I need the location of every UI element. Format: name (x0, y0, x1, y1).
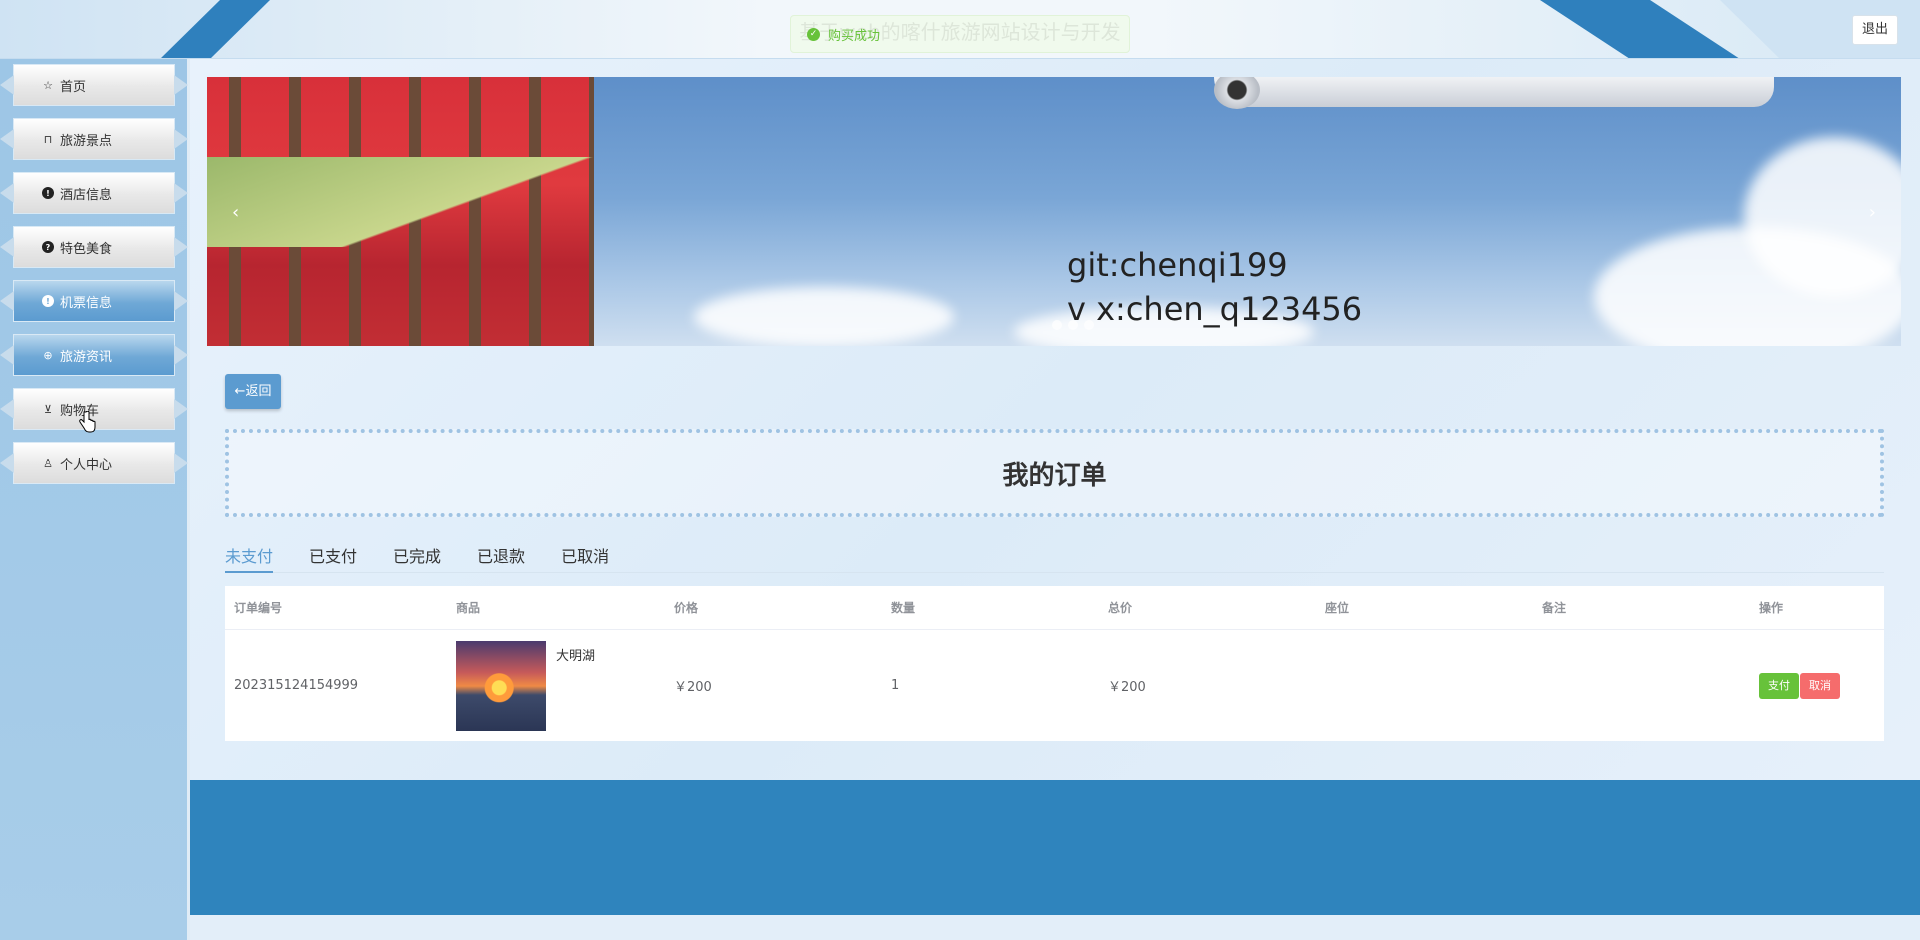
sidebar: ☆ 首页 ⊓ 旅游景点 ! 酒店信息 ? 特色美食 ! 机票信息 ⊕ 旅游资讯 … (0, 59, 190, 940)
sidebar-item-label: 特色美食 (60, 241, 113, 257)
sidebar-item-attractions[interactable]: ⊓ 旅游景点 (14, 119, 174, 159)
airplane-image (1214, 77, 1774, 109)
banner-text-line1: git:chenqi199 (1067, 246, 1288, 284)
sidebar-item-label: 旅游资讯 (60, 349, 113, 365)
pay-button[interactable]: 支付 (1759, 672, 1799, 699)
title-box: 我的订单 (225, 429, 1884, 517)
total-price: ￥200 (1108, 680, 1146, 695)
toast-message: 购买成功 (828, 28, 881, 44)
main-content: git:chenqi199 v x:chen_q123456 ‹ › ←返回 我… (190, 59, 1920, 780)
page-title: 我的订单 (1002, 460, 1107, 491)
sidebar-item-news[interactable]: ⊕ 旅游资讯 (14, 335, 174, 375)
globe-icon: ⊕ (43, 348, 53, 362)
quantity: 1 (891, 678, 900, 693)
sidebar-item-flights[interactable]: ! 机票信息 (14, 281, 174, 321)
check-circle-icon: ✓ (807, 27, 820, 41)
cancel-button[interactable]: 取消 (1800, 672, 1840, 699)
back-button[interactable]: ←返回 (225, 374, 281, 409)
column-header: 操作 (1759, 601, 1784, 615)
header: 基于web的喀什旅游网站设计与开发 ✓ 购买成功 退出 (0, 0, 1920, 59)
sidebar-item-label: 个人中心 (60, 457, 113, 473)
info-icon: ! (42, 187, 54, 199)
table-row: 202315124154999 大明湖 ￥200 1 ￥200 支付 取消 (225, 630, 1884, 741)
banner-image-trees (207, 77, 594, 346)
sidebar-item-label: 旅游景点 (60, 133, 113, 149)
hand-cursor-icon (79, 411, 96, 433)
order-number: 202315124154999 (234, 678, 359, 693)
tab-unpaid[interactable]: 未支付 (225, 543, 274, 573)
price: ￥200 (674, 680, 712, 695)
sidebar-item-label: 机票信息 (60, 295, 113, 311)
tab-completed[interactable]: 已完成 (393, 543, 441, 573)
column-header: 备注 (1542, 601, 1567, 615)
success-toast: ✓ 购买成功 (790, 15, 1130, 53)
chevron-right-icon[interactable]: › (1869, 202, 1876, 223)
column-header: 座位 (1325, 601, 1350, 615)
product-name: 大明湖 (556, 648, 596, 664)
star-icon: ☆ (43, 78, 53, 92)
bag-icon: ⊓ (43, 132, 53, 146)
column-header: 价格 (674, 601, 699, 615)
sidebar-item-home[interactable]: ☆ 首页 (14, 65, 174, 105)
bottom-strip (190, 915, 1920, 940)
tab-refunded[interactable]: 已退款 (477, 543, 525, 573)
column-header: 商品 (456, 601, 481, 615)
logout-button[interactable]: 退出 (1852, 15, 1898, 45)
carousel-indicators[interactable] (1052, 320, 1094, 330)
cart-icon: ⊻ (43, 402, 53, 416)
user-icon: ♙ (43, 456, 53, 470)
sidebar-item-food[interactable]: ? 特色美食 (14, 227, 174, 267)
product-image[interactable] (456, 640, 546, 731)
order-status-tabs: 未支付 已支付 已完成 已退款 已取消 (225, 543, 1884, 573)
table-header: 订单编号 商品 价格 数量 总价 座位 备注 操作 (225, 586, 1884, 630)
actions-cell: 支付 取消 (1750, 672, 1884, 699)
column-header: 订单编号 (234, 601, 283, 615)
sidebar-item-profile[interactable]: ♙ 个人中心 (14, 443, 174, 483)
tab-paid[interactable]: 已支付 (309, 543, 357, 573)
chevron-left-icon[interactable]: ‹ (232, 202, 239, 223)
footer (190, 780, 1920, 915)
banner-carousel[interactable]: git:chenqi199 v x:chen_q123456 ‹ › (207, 77, 1901, 346)
sidebar-item-label: 首页 (60, 79, 87, 95)
tab-cancelled[interactable]: 已取消 (561, 543, 609, 573)
carousel-dot[interactable] (1068, 320, 1078, 330)
product-cell: 大明湖 (447, 640, 665, 731)
sidebar-item-label: 酒店信息 (60, 187, 113, 203)
column-header: 总价 (1108, 601, 1133, 615)
column-header: 数量 (891, 601, 916, 615)
orders-table: 订单编号 商品 价格 数量 总价 座位 备注 操作 20231512415499… (225, 586, 1884, 741)
info-icon: ! (42, 295, 54, 307)
question-icon: ? (42, 241, 54, 253)
sidebar-item-hotels[interactable]: ! 酒店信息 (14, 173, 174, 213)
banner-text-line2: v x:chen_q123456 (1067, 290, 1363, 328)
carousel-dot[interactable] (1052, 320, 1062, 330)
carousel-dot[interactable] (1084, 320, 1094, 330)
